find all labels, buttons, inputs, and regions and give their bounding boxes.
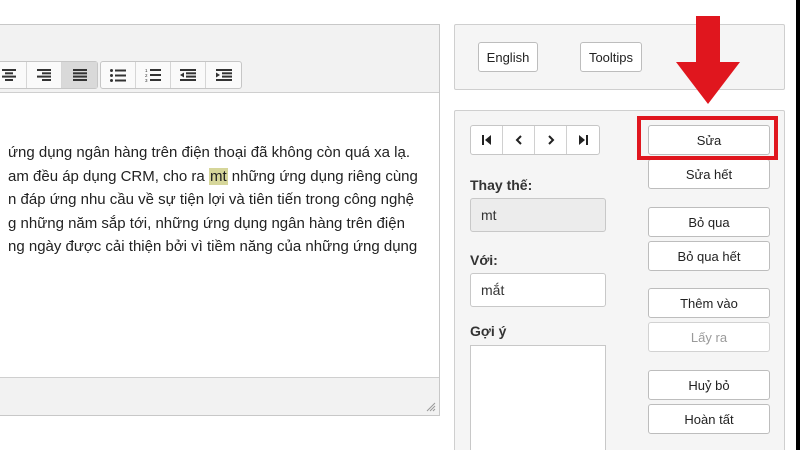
bullet-list-button[interactable] bbox=[101, 62, 136, 88]
next-icon bbox=[547, 135, 554, 145]
list-button-group: 123 bbox=[100, 61, 242, 89]
cancel-button[interactable]: Huỷ bỏ bbox=[648, 370, 770, 400]
indent-icon bbox=[215, 69, 232, 81]
replace-field[interactable]: mt bbox=[470, 198, 606, 232]
skip-all-button[interactable]: Bỏ qua hết bbox=[648, 241, 770, 271]
editor-statusbar bbox=[0, 377, 439, 415]
editor-toolbar: 123 bbox=[0, 25, 439, 93]
suggestions-list[interactable] bbox=[470, 345, 606, 450]
align-button-group bbox=[0, 61, 98, 89]
next-button[interactable] bbox=[535, 126, 567, 154]
outdent-icon bbox=[180, 69, 196, 81]
navigation-group bbox=[470, 125, 600, 155]
suggestions-label: Gợi ý bbox=[470, 323, 507, 339]
first-icon bbox=[481, 135, 491, 145]
text-line-2-end: những ứng dụng riêng cùng bbox=[227, 167, 418, 185]
text-line-2: am đều áp dụng CRM, cho ra mt những ứng … bbox=[8, 165, 431, 189]
with-label: Với: bbox=[470, 252, 498, 268]
numbered-list-icon: 123 bbox=[145, 68, 161, 82]
last-button[interactable] bbox=[567, 126, 599, 154]
spellcheck-panel: Thay thế: mt Với: mắt Gợi ý Sửa Sửa hết … bbox=[454, 110, 785, 450]
align-center-icon bbox=[2, 69, 16, 81]
numbered-list-button[interactable]: 123 bbox=[136, 62, 171, 88]
with-field[interactable]: mắt bbox=[470, 273, 606, 307]
align-right-icon bbox=[37, 69, 51, 81]
skip-button[interactable]: Bỏ qua bbox=[648, 207, 770, 237]
misspelled-word[interactable]: mt bbox=[208, 167, 228, 185]
english-button[interactable]: English bbox=[478, 42, 538, 72]
last-icon bbox=[579, 135, 588, 145]
align-right-button[interactable] bbox=[27, 62, 62, 88]
text-line-5: ng ngày được cải thiện bởi vì tiềm năng … bbox=[8, 238, 418, 255]
text-line-3: n đáp ứng nhu cầu về sự tiện lợi và tiên… bbox=[8, 191, 415, 208]
indent-button[interactable] bbox=[206, 62, 241, 88]
replace-label: Thay thế: bbox=[470, 177, 533, 193]
previous-button[interactable] bbox=[503, 126, 535, 154]
prev-icon bbox=[515, 135, 522, 145]
annotation-highlight-box bbox=[637, 116, 778, 160]
remove-button[interactable]: Lấy ra bbox=[648, 322, 770, 352]
text-line-2-start: am đều áp dụng CRM, cho ra bbox=[8, 167, 209, 185]
text-line-4: g những năm sắp tới, những ứng dụng ngân… bbox=[8, 214, 405, 232]
text-editor: 123 ứng dụng ngân hàng trên điện thoại đ… bbox=[0, 24, 440, 416]
bullet-list-icon bbox=[110, 68, 126, 82]
canvas: 123 ứng dụng ngân hàng trên điện thoại đ… bbox=[0, 0, 796, 450]
align-justify-icon bbox=[72, 69, 87, 81]
fix-all-button[interactable]: Sửa hết bbox=[648, 159, 770, 189]
text-line-1: ứng dụng ngân hàng trên điện thoại đã kh… bbox=[8, 144, 411, 161]
done-button[interactable]: Hoàn tất bbox=[648, 404, 770, 434]
annotation-arrow-icon bbox=[676, 16, 740, 104]
align-center-button[interactable] bbox=[0, 62, 27, 88]
resize-grip-icon[interactable] bbox=[426, 402, 436, 412]
outdent-button[interactable] bbox=[171, 62, 206, 88]
tooltips-button[interactable]: Tooltips bbox=[580, 42, 642, 72]
editor-content[interactable]: ứng dụng ngân hàng trên điện thoại đã kh… bbox=[0, 93, 439, 378]
first-button[interactable] bbox=[471, 126, 503, 154]
add-button[interactable]: Thêm vào bbox=[648, 288, 770, 318]
svg-text:3: 3 bbox=[145, 78, 148, 82]
align-justify-button[interactable] bbox=[62, 62, 97, 88]
